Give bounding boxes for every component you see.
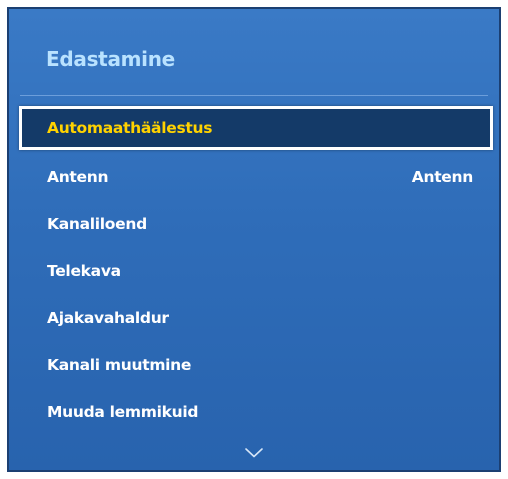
title-divider <box>20 95 488 96</box>
menu-item-value: Antenn <box>411 167 474 186</box>
menu-item-guide[interactable]: Telekava <box>19 247 493 294</box>
menu-item-label: Ajakavahaldur <box>47 308 169 327</box>
menu-item-label: Kanaliloend <box>47 214 147 233</box>
chevron-down-icon[interactable] <box>243 446 265 460</box>
broadcasting-menu: Edastamine Automaathäälestus Antenn Ante… <box>7 7 501 472</box>
menu-item-antenna[interactable]: Antenn Antenn <box>19 153 493 200</box>
menu-item-label: Automaathäälestus <box>47 119 213 137</box>
menu-list: Automaathäälestus Antenn Antenn Kanalilo… <box>9 106 499 435</box>
menu-item-label: Antenn <box>47 167 109 186</box>
menu-item-auto-tuning[interactable]: Automaathäälestus <box>19 106 493 150</box>
menu-item-label: Kanali muutmine <box>47 355 192 374</box>
menu-item-schedule-manager[interactable]: Ajakavahaldur <box>19 294 493 341</box>
menu-item-label: Muuda lemmikuid <box>47 402 199 421</box>
menu-item-channel-list[interactable]: Kanaliloend <box>19 200 493 247</box>
menu-item-label: Telekava <box>47 261 121 280</box>
menu-item-edit-channel[interactable]: Kanali muutmine <box>19 341 493 388</box>
menu-title: Edastamine <box>46 47 175 71</box>
menu-item-edit-favourites[interactable]: Muuda lemmikuid <box>19 388 493 435</box>
